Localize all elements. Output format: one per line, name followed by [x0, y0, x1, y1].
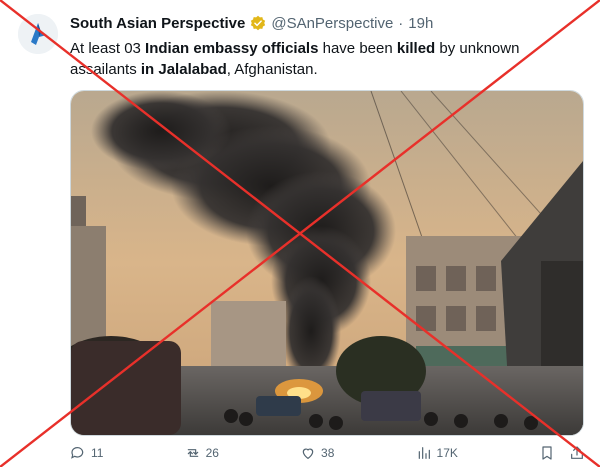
text-segment: , Afghanistan. [226, 61, 318, 78]
text-segment-bold: in Jalalabad [140, 61, 227, 78]
like-button[interactable]: 38 [300, 445, 334, 461]
text-segment: have been [318, 40, 397, 57]
retweet-count: 26 [205, 446, 219, 460]
author-handle[interactable]: @SAnPerspective [271, 15, 393, 32]
heart-icon [302, 448, 314, 459]
speech-bubble-icon [71, 447, 84, 459]
smoke-plume-photo [71, 91, 583, 435]
text-segment-bold: Indian embassy officials [145, 40, 319, 57]
tweet-timestamp[interactable]: 19h [408, 15, 433, 32]
views-count: 17K [436, 446, 458, 460]
profile-logo-icon [18, 14, 58, 54]
tweet-action-bar: 11 26 38 17K [70, 443, 585, 463]
text-segment: At least 03 [70, 40, 146, 57]
author-name[interactable]: South Asian Perspective [70, 15, 245, 32]
retweet-button[interactable]: 26 [185, 445, 219, 461]
tweet-text: At least 03 Indian embassy officials hav… [70, 38, 580, 80]
share-icon[interactable] [569, 445, 585, 461]
bar-chart-icon [418, 447, 430, 459]
verified-badge-icon [251, 15, 266, 31]
reply-count: 11 [91, 446, 104, 460]
like-count: 38 [321, 446, 335, 460]
secondary-actions [539, 445, 585, 461]
tweet-header: South Asian Perspective @SAnPerspective … [70, 12, 580, 34]
text-segment-bold: killed [396, 40, 436, 57]
reply-button[interactable]: 11 [70, 445, 103, 461]
retweet-arrows-icon [187, 449, 198, 457]
avatar[interactable] [18, 14, 58, 54]
tweet-image[interactable] [70, 90, 584, 436]
bookmark-icon[interactable] [539, 445, 555, 461]
separator-dot: · [398, 14, 404, 32]
views-button[interactable]: 17K [416, 445, 458, 461]
